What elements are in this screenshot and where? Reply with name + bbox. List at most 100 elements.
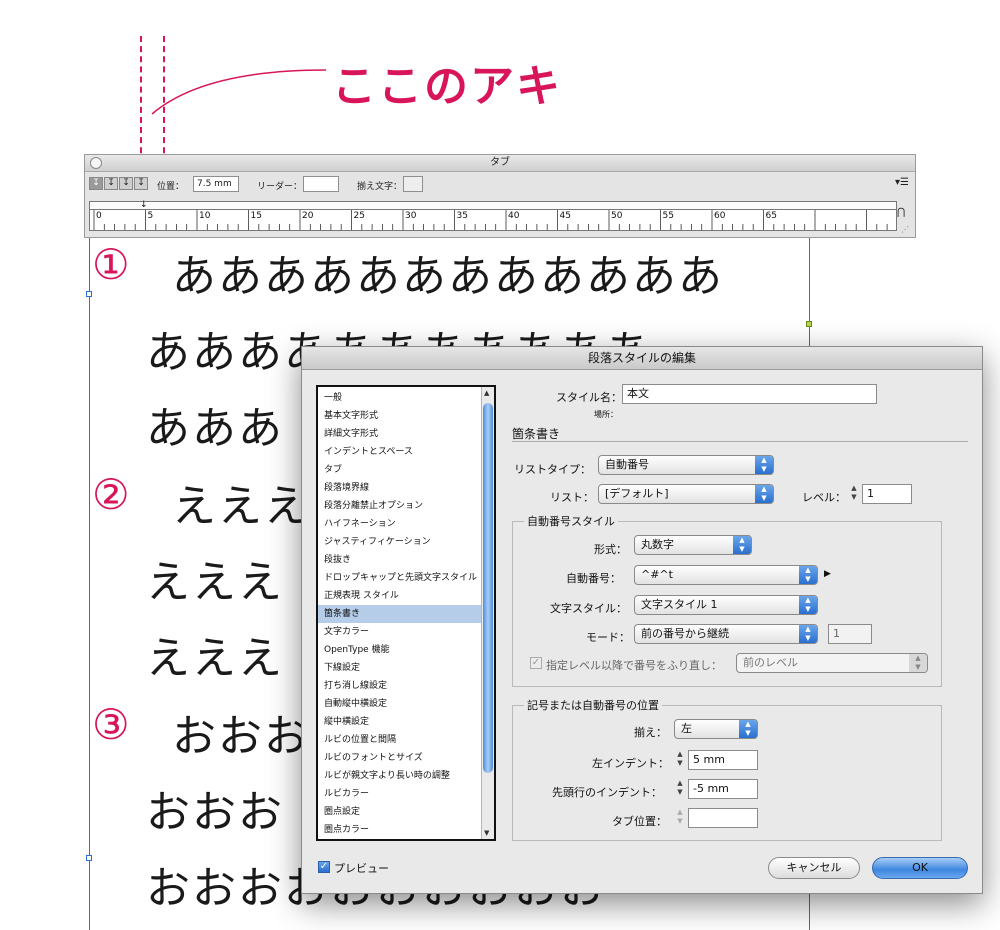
mode-value: 前の番号から継続 (641, 627, 729, 640)
list-select[interactable]: [デフォルト] ▲ ▼ (598, 484, 774, 504)
category-item[interactable]: 段落境界線 (318, 479, 494, 497)
format-select[interactable]: 丸数字 ▲ ▼ (634, 535, 752, 555)
text-line: ああああああああああああ (172, 251, 724, 302)
popup-arrows-icon: ▲ ▼ (799, 596, 817, 614)
position-input[interactable]: 7.5 mm (193, 176, 239, 192)
category-item[interactable]: 詳細文字形式 (318, 425, 494, 443)
tabs-panel-titlebar: タブ (85, 155, 915, 172)
category-item[interactable]: 文字カラー (318, 623, 494, 641)
tabs-panel: タブ ↧ ↧ ↧ ↧ 位置： 7.5 mm リーダー： 揃え文字： ▾☰ 0 5 1… (84, 154, 916, 238)
char-style-label: 文字スタイル： (550, 602, 627, 615)
center-tab-button[interactable]: ↧ (104, 177, 118, 190)
position-label: 位置： (157, 182, 185, 192)
char-style-value: 文字スタイル 1 (641, 598, 718, 611)
category-item[interactable]: 基本文字形式 (318, 407, 494, 425)
category-scrollbar[interactable]: ▲ ▼ (481, 387, 494, 839)
tab-position-stepper[interactable]: ▲ ▼ (674, 808, 686, 828)
category-item[interactable]: 段抜き (318, 551, 494, 569)
category-item[interactable]: 縦中横設定 (318, 713, 494, 731)
preview-checkbox[interactable]: ✓ (318, 861, 330, 873)
insert-special-icon[interactable]: ▶ (824, 569, 831, 579)
list-type-select[interactable]: 自動番号 ▲ ▼ (598, 455, 774, 475)
ruler-number: 50 (611, 211, 623, 221)
ruler-number: 55 (663, 211, 674, 221)
align-char-input[interactable] (403, 176, 423, 192)
category-list[interactable]: 一般 基本文字形式 詳細文字形式 インデントとスペース タブ 段落境界線 段落分離禁止オプシ… (316, 385, 496, 841)
first-line-indent-input[interactable]: -5 mm (688, 779, 758, 799)
tab-stop-icon[interactable]: ↓ (140, 200, 148, 210)
first-line-indent-stepper[interactable]: ▲ ▼ (674, 779, 686, 799)
category-item[interactable]: ドロップキャップと先頭文字スタイル (318, 569, 494, 587)
tab-ruler[interactable]: 0 5 10 15 20 25 30 35 40 45 50 55 60 65 ↓ (89, 200, 897, 231)
char-style-select[interactable]: 文字スタイル 1 ▲ ▼ (634, 595, 818, 615)
popup-arrows-icon: ▲ ▼ (799, 566, 817, 584)
ruler-number: 65 (766, 211, 777, 221)
list-type-label: リストタイプ： (514, 463, 591, 476)
category-item[interactable]: 箇条書き (318, 605, 494, 623)
category-item[interactable]: 一般 (318, 389, 494, 407)
category-item[interactable]: ルビの位置と間隔 (318, 731, 494, 749)
category-item[interactable]: 段落分離禁止オプション (318, 497, 494, 515)
text-line: えええ (146, 557, 284, 608)
mode-start-input[interactable]: 1 (828, 624, 872, 644)
ok-button[interactable]: OK (872, 857, 968, 879)
left-indent-stepper[interactable]: ▲ ▼ (674, 750, 686, 770)
tab-position-input[interactable] (688, 808, 758, 828)
category-item[interactable]: タブ (318, 461, 494, 479)
category-item[interactable]: 圏点カラー (318, 821, 494, 839)
list-number-2: ② (92, 470, 130, 519)
scroll-thumb[interactable] (483, 403, 493, 773)
category-item[interactable]: ルビが親文字より長い時の調整 (318, 767, 494, 785)
left-indent-input[interactable]: 5 mm (688, 750, 758, 770)
alignment-value: 左 (681, 722, 692, 735)
align-tab-button[interactable]: ↧ (134, 177, 148, 190)
text-line: おおお (172, 711, 310, 762)
right-tab-button[interactable]: ↧ (119, 177, 133, 190)
category-item[interactable]: 斜体 (318, 839, 494, 841)
restart-checkbox[interactable]: ✓ (530, 657, 542, 669)
style-name-input[interactable]: 本文 (622, 384, 877, 404)
annotation-leader-line (151, 69, 327, 115)
category-item[interactable]: 正規表現 スタイル (318, 587, 494, 605)
category-item[interactable]: インデントとスペース (318, 443, 494, 461)
category-item[interactable]: 自動縦中横設定 (318, 695, 494, 713)
category-item[interactable]: ルビのフォントとサイズ (318, 749, 494, 767)
category-item[interactable]: ジャスティフィケーション (318, 533, 494, 551)
level-input[interactable]: 1 (862, 484, 912, 504)
category-item[interactable]: ハイフネーション (318, 515, 494, 533)
tabs-panel-title: タブ (490, 157, 510, 168)
popup-arrows-icon: ▲ ▼ (799, 625, 817, 643)
category-item[interactable]: 圏点設定 (318, 803, 494, 821)
frame-handle[interactable] (86, 855, 92, 861)
left-tab-button[interactable]: ↧ (89, 177, 103, 190)
text-frame-left-edge (89, 238, 90, 930)
alignment-select[interactable]: 左 ▲ ▼ (674, 719, 758, 739)
ruler-number: 30 (405, 211, 417, 221)
scroll-up-icon[interactable]: ▲ (484, 389, 489, 397)
mode-select[interactable]: 前の番号から継続 ▲ ▼ (634, 624, 818, 644)
ruler-number: 10 (199, 211, 211, 221)
category-item[interactable]: 打ち消し線設定 (318, 677, 494, 695)
frame-handle[interactable] (86, 291, 92, 297)
number-input[interactable]: ^#^t ▲ ▼ (634, 565, 818, 585)
tab-stop-strip[interactable] (90, 202, 896, 210)
category-item[interactable]: ルビカラー (318, 785, 494, 803)
category-item[interactable]: 下線設定 (318, 659, 494, 677)
scroll-down-icon[interactable]: ▼ (484, 829, 489, 837)
level-stepper[interactable]: ▲ ▼ (848, 484, 860, 504)
format-label: 形式： (594, 543, 627, 556)
category-item[interactable]: OpenType 機能 (318, 641, 494, 659)
paragraph-style-dialog: 段落スタイルの編集 一般 基本文字形式 詳細文字形式 インデントとスペース タブ 段落境界… (301, 346, 983, 894)
ruler-number: 45 (560, 211, 571, 221)
panel-menu-icon[interactable]: ▾☰ (895, 177, 909, 188)
list-value: [デフォルト] (605, 487, 669, 500)
restart-select[interactable]: 前のレベル ▲ ▼ (736, 653, 928, 673)
number-label: 自動番号： (566, 572, 621, 585)
close-icon[interactable] (90, 157, 102, 169)
magnet-icon[interactable]: ⋂ (897, 207, 905, 218)
leader-input[interactable] (303, 176, 339, 192)
frame-out-port[interactable] (806, 321, 812, 327)
resize-grip-icon[interactable]: ⋰ (901, 225, 909, 234)
cancel-button[interactable]: キャンセル (768, 857, 860, 879)
text-line: あああ (146, 403, 284, 454)
